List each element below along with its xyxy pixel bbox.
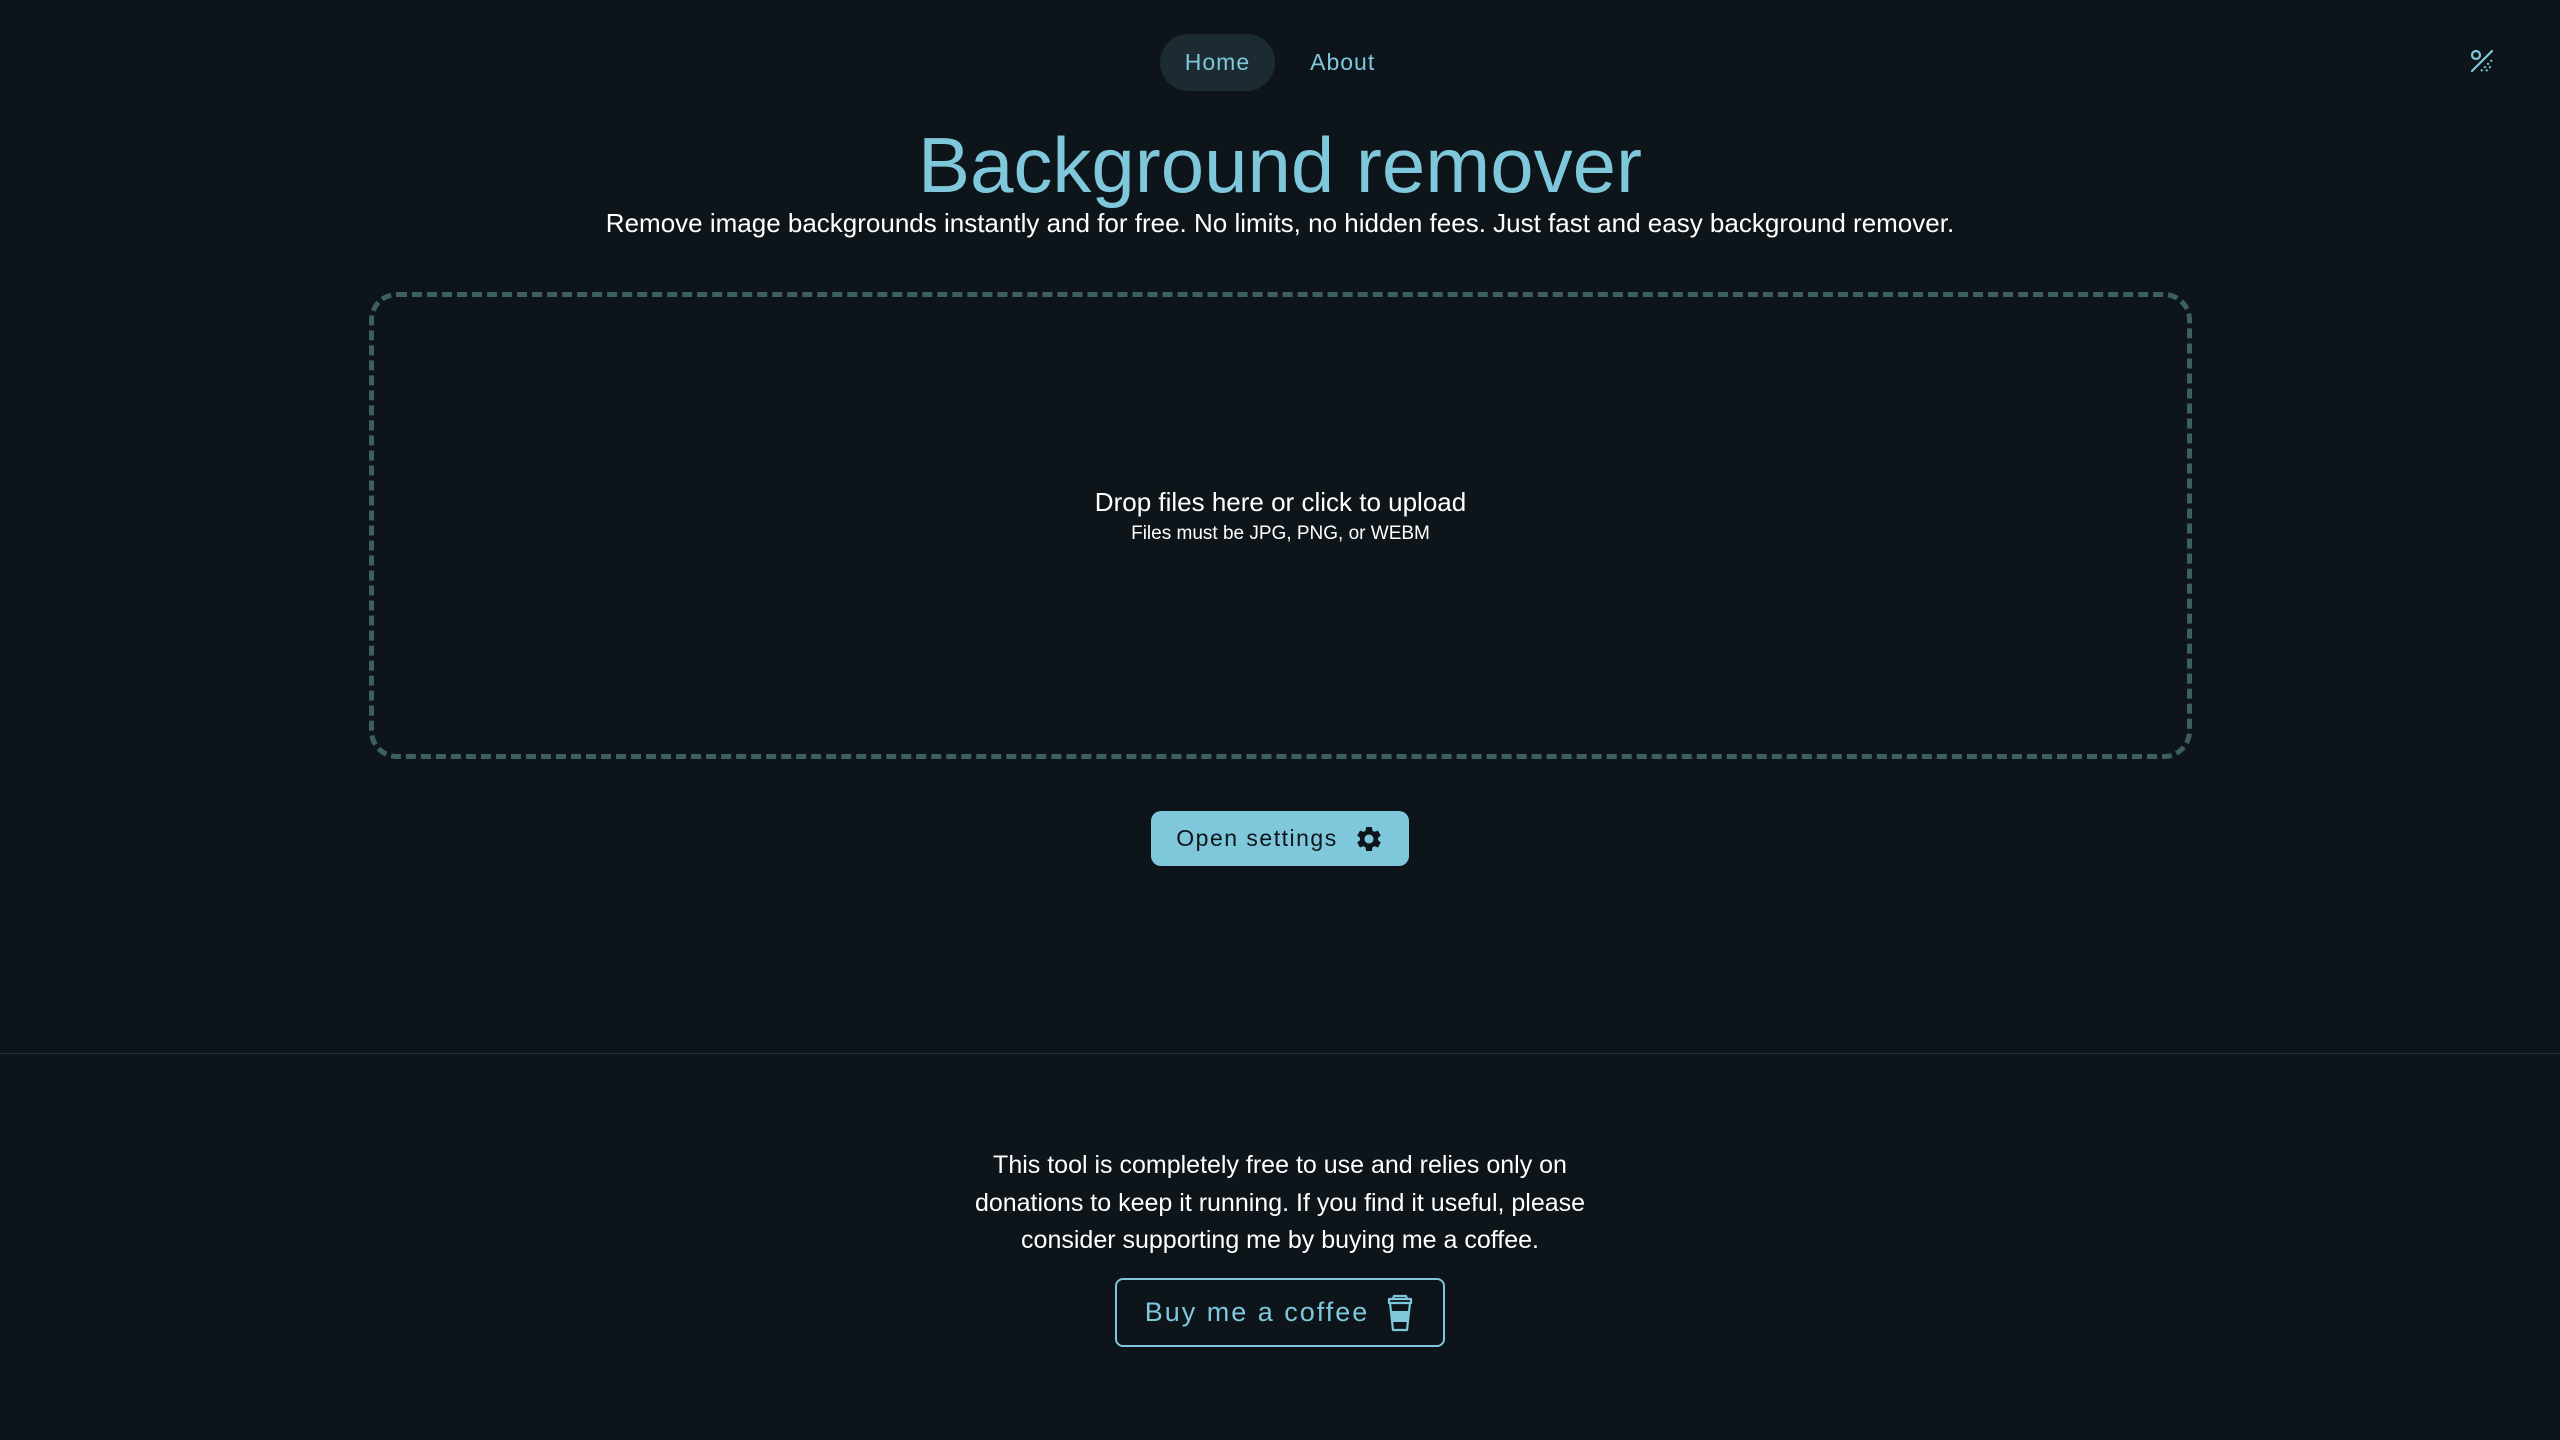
buy-coffee-label: Buy me a coffee: [1144, 1297, 1370, 1327]
open-settings-button[interactable]: Open settings: [1151, 811, 1409, 866]
theme-toggle-icon: [2470, 49, 2494, 73]
donation-message: This tool is completely free to use and …: [974, 1151, 1586, 1254]
nav-about[interactable]: About: [1285, 34, 1400, 91]
top-nav: Home About: [0, 33, 2560, 91]
theme-toggle-button[interactable]: [2468, 47, 2496, 75]
gear-icon: [1357, 826, 1381, 851]
section-divider: [0, 1053, 2560, 1054]
page-title: Background remover: [917, 121, 1642, 209]
page-subtitle: Remove image backgrounds instantly and f…: [605, 208, 1955, 238]
dropzone-title: Drop files here or click to upload: [1094, 486, 1467, 517]
open-settings-label: Open settings: [1176, 825, 1338, 851]
coffee-cup-icon: [1388, 1294, 1413, 1331]
dropzone-subtitle: Files must be JPG, PNG, or WEBM: [1131, 522, 1430, 544]
nav-home[interactable]: Home: [1159, 33, 1276, 91]
file-dropzone[interactable]: Drop files here or click to upload Files…: [369, 292, 2192, 759]
buy-coffee-button[interactable]: Buy me a coffee: [1115, 1278, 1445, 1347]
